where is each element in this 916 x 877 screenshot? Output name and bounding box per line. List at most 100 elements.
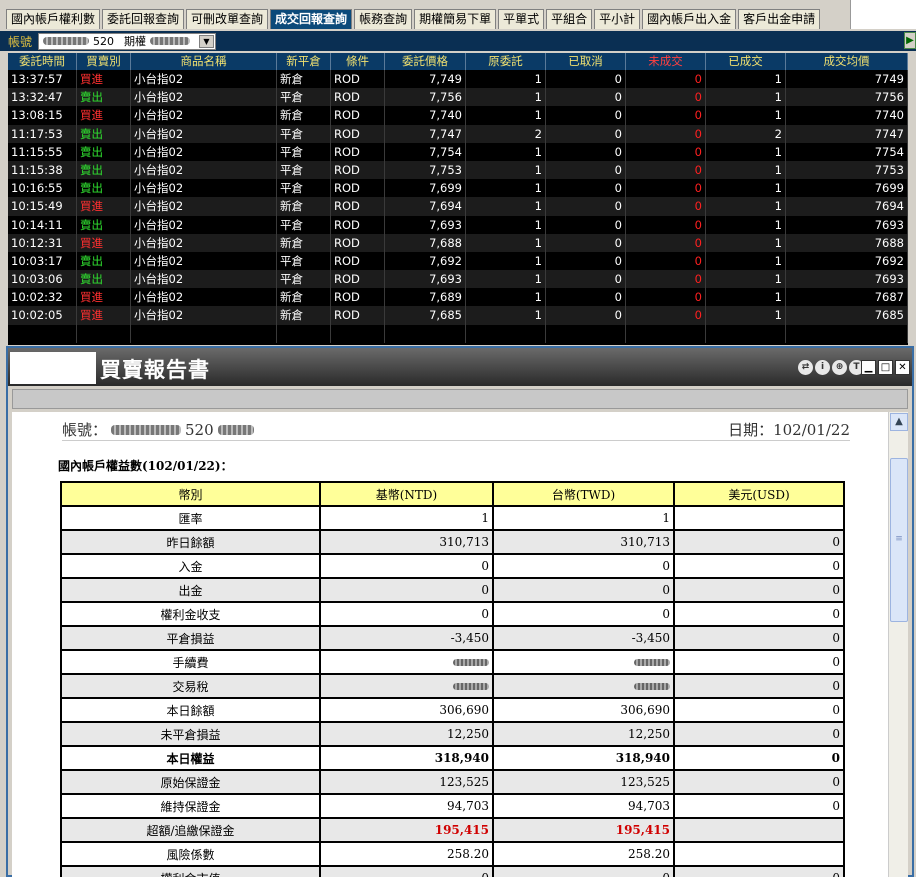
column-header[interactable]: 已取消 (546, 53, 626, 70)
table-cell: 新倉 (277, 233, 331, 252)
table-row[interactable]: 13:37:57 買進 小台指02 新倉 ROD 7,749 1 0 0 1 7749 (8, 70, 908, 89)
table-cell: 7,699 (385, 179, 466, 198)
table-cell: 1 (466, 270, 546, 289)
table-row[interactable]: 11:17:53 賣出 小台指02 平倉 ROD 7,747 2 0 0 2 7747 (8, 124, 908, 143)
tab-3[interactable]: 成交回報查詢 (270, 9, 353, 29)
scroll-up-icon[interactable]: ▲ (890, 413, 908, 431)
table-row: 未平倉損益 12,250 12,250 0 (60, 721, 845, 747)
column-header[interactable]: 成交均價 (786, 53, 908, 70)
table-cell: 11:17:53 (8, 124, 77, 143)
table-row[interactable]: 10:02:05 買進 小台指02 新倉 ROD 7,685 1 0 0 1 7685 (8, 306, 908, 325)
table-cell: 賣出 (77, 179, 131, 198)
column-header[interactable]: 條件 (331, 53, 385, 70)
column-header[interactable]: 委託時間 (8, 53, 77, 70)
table-row[interactable]: 13:08:15 買進 小台指02 新倉 ROD 7,740 1 0 0 1 7740 (8, 106, 908, 125)
table-cell: 1 (706, 197, 786, 216)
report-toolbar (12, 389, 908, 409)
table-cell: 7687 (786, 288, 908, 307)
table-cell: 平倉 (277, 124, 331, 143)
redacted-value (634, 683, 670, 690)
table-cell: 1 (706, 233, 786, 252)
column-header[interactable]: 原委託 (466, 53, 546, 70)
table-cell: 7685 (786, 306, 908, 325)
table-cell: ROD (331, 124, 385, 143)
report-account-line: 帳號： 520 日期：102/01/22 (62, 417, 850, 441)
table-cell: 0 (546, 70, 626, 89)
table-cell: 7756 (786, 88, 908, 107)
chevron-down-icon[interactable]: ▼ (199, 34, 214, 48)
equity-table: 幣別 基幣(NTD) 台幣(TWD) 美元(USD) 匯率 1 1 昨日餘額 310,713 3… (60, 481, 845, 877)
column-header[interactable]: 未成交 (626, 53, 706, 70)
tab-10[interactable]: 客戶出金申請 (738, 9, 821, 29)
table-row: 超額/追繳保證金 195,415 195,415 (60, 817, 845, 843)
tab-9[interactable]: 國內帳戶出入金 (642, 9, 737, 29)
table-cell: 7,749 (385, 70, 466, 89)
tab-4[interactable]: 帳務查詢 (354, 9, 413, 29)
table-row[interactable]: 10:12:31 買進 小台指02 新倉 ROD 7,688 1 0 0 1 7688 (8, 233, 908, 252)
table-cell: 1 (706, 142, 786, 161)
table-cell: 0 (546, 233, 626, 252)
maximize-icon[interactable]: □ (878, 360, 893, 375)
info-icon[interactable]: i (815, 360, 830, 375)
table-cell: 1 (706, 251, 786, 271)
column-header[interactable]: 新平倉 (277, 53, 331, 70)
scroll-thumb[interactable]: ≡ (890, 458, 908, 622)
refresh-icon[interactable]: ⇄ (798, 360, 813, 375)
tab-0[interactable]: 國內帳戶權利數 (6, 9, 101, 29)
table-row: 權利金市值000 (60, 865, 845, 877)
print-icon[interactable]: ⊕ (832, 360, 847, 375)
table-cell: ROD (331, 88, 385, 107)
tab-1[interactable]: 委託回報查詢 (102, 9, 185, 29)
table-row[interactable]: 10:16:55 賣出 小台指02 平倉 ROD 7,699 1 0 0 1 7699 (8, 179, 908, 198)
table-header: 美元(USD) (673, 481, 845, 507)
table-row: 權利金收支 0 0 0 (60, 601, 845, 627)
tab-8[interactable]: 平小計 (594, 9, 641, 29)
column-header[interactable]: 買賣別 (77, 53, 131, 70)
table-cell: ROD (331, 106, 385, 125)
row-label: 維持保證金 (60, 793, 321, 819)
table-row: 本日權益 318,940 318,940 0 (60, 745, 845, 771)
table-cell: ROD (331, 288, 385, 307)
table-row[interactable]: 11:15:55 賣出 小台指02 平倉 ROD 7,754 1 0 0 1 7754 (8, 142, 908, 161)
table-cell: 7688 (786, 233, 908, 252)
table-cell (706, 324, 786, 343)
table-cell: 小台指02 (131, 124, 277, 143)
tab-5[interactable]: 期權簡易下單 (414, 9, 497, 29)
redacted-value (634, 659, 670, 666)
table-row: 本日餘額 306,690 306,690 0 (60, 697, 845, 723)
column-header[interactable]: 已成交 (706, 53, 786, 70)
table-row: 風險係數 258.20 258.20 (60, 841, 845, 867)
row-label: 原始保證金 (60, 769, 321, 795)
table-cell: 0 (546, 197, 626, 216)
value-ntd: 318,940 (319, 745, 494, 771)
table-row[interactable]: 13:32:47 賣出 小台指02 平倉 ROD 7,756 1 0 0 1 7756 (8, 88, 908, 107)
value-usd: 0 (673, 577, 845, 603)
tab-6[interactable]: 平單式 (498, 9, 545, 29)
table-row[interactable]: 10:03:17 賣出 小台指02 平倉 ROD 7,692 1 0 0 1 7692 (8, 251, 908, 271)
table-row[interactable]: 10:15:49 買進 小台指02 新倉 ROD 7,694 1 0 0 1 7694 (8, 197, 908, 216)
table-cell: 10:12:31 (8, 233, 77, 252)
table-cell: 0 (546, 288, 626, 307)
tab-7[interactable]: 平組合 (546, 9, 593, 29)
column-header[interactable]: 商品名稱 (131, 53, 277, 70)
account-select[interactable]: 520 期權 ▼ (38, 32, 216, 50)
close-icon[interactable]: ✕ (895, 360, 910, 375)
value-twd: 1 (492, 505, 675, 531)
report-account: 帳號： 520 (62, 419, 258, 440)
minimize-icon[interactable]: ▁ (861, 360, 876, 375)
table-cell: ROD (331, 179, 385, 198)
table-cell: 0 (546, 106, 626, 125)
value-twd: 0 (492, 601, 675, 627)
table-row[interactable]: 11:15:38 賣出 小台指02 平倉 ROD 7,753 1 0 0 1 7753 (8, 160, 908, 180)
tab-2[interactable]: 可刪改單查詢 (186, 9, 269, 29)
vertical-scrollbar[interactable]: ▲ ≡ (888, 412, 908, 877)
report-title: 買賣報告書 (100, 357, 210, 382)
play-icon[interactable]: ▶ (904, 32, 916, 49)
column-header[interactable]: 委託價格 (385, 53, 466, 70)
table-row[interactable]: 10:02:32 買進 小台指02 新倉 ROD 7,689 1 0 0 1 7687 (8, 288, 908, 307)
value-twd (492, 649, 675, 675)
row-label: 匯率 (60, 505, 321, 531)
table-row[interactable]: 10:03:06 賣出 小台指02 平倉 ROD 7,693 1 0 0 1 7693 (8, 270, 908, 289)
report-date: 日期：102/01/22 (728, 421, 850, 439)
table-row[interactable]: 10:14:11 賣出 小台指02 平倉 ROD 7,693 1 0 0 1 7693 (8, 215, 908, 234)
